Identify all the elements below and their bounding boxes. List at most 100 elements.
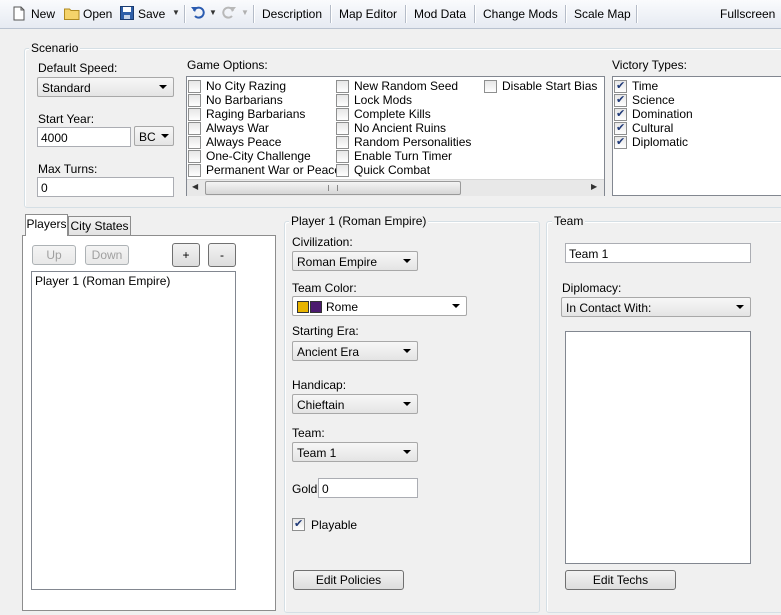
new-icon[interactable] bbox=[13, 6, 25, 24]
checkbox[interactable] bbox=[614, 79, 627, 93]
diplomacy-select[interactable]: In Contact With: bbox=[561, 297, 751, 317]
game-option-label: One-City Challenge bbox=[206, 149, 311, 163]
victory-types-label: Victory Types: bbox=[612, 58, 687, 72]
new-button[interactable]: New bbox=[31, 7, 55, 21]
change-mods-button[interactable]: Change Mods bbox=[483, 7, 558, 21]
up-button[interactable]: Up bbox=[32, 245, 76, 265]
scrollbar-thumb[interactable] bbox=[205, 181, 461, 195]
fullscreen-button[interactable]: Fullscreen bbox=[720, 7, 775, 21]
chevron-down-icon bbox=[159, 85, 167, 89]
victory-type-label: Cultural bbox=[632, 121, 674, 135]
checkbox[interactable] bbox=[336, 80, 349, 93]
era-select[interactable]: BC bbox=[134, 126, 174, 146]
description-button[interactable]: Description bbox=[262, 7, 322, 21]
team-color-select[interactable]: Rome bbox=[292, 296, 467, 316]
victory-type-label: Domination bbox=[632, 107, 693, 121]
game-option-label: No Ancient Ruins bbox=[354, 121, 447, 135]
playable-label: Playable bbox=[311, 518, 358, 532]
scale-map-button[interactable]: Scale Map bbox=[574, 7, 631, 21]
diplomacy-label: Diplomacy: bbox=[562, 281, 622, 295]
default-speed-value: Standard bbox=[42, 81, 91, 95]
checkbox[interactable] bbox=[614, 135, 627, 149]
checkbox[interactable] bbox=[336, 122, 349, 135]
toolbar-separator bbox=[565, 5, 567, 23]
era-value: BC bbox=[139, 130, 156, 144]
tab-city-states[interactable]: City States bbox=[68, 216, 131, 236]
default-speed-select[interactable]: Standard bbox=[37, 77, 174, 97]
max-turns-input[interactable]: 0 bbox=[37, 177, 174, 197]
victory-type-label: Science bbox=[632, 93, 675, 107]
victory-type-label: Diplomatic bbox=[632, 135, 689, 149]
max-turns-value: 0 bbox=[41, 181, 48, 195]
handicap-select[interactable]: Chieftain bbox=[292, 394, 418, 414]
undo-icon[interactable] bbox=[191, 5, 205, 22]
civilization-select[interactable]: Roman Empire bbox=[292, 251, 418, 271]
toolbar-separator bbox=[636, 5, 638, 23]
victory-type-label: Time bbox=[632, 79, 659, 93]
playable-checkbox[interactable] bbox=[292, 517, 305, 531]
handicap-label: Handicap: bbox=[292, 378, 347, 392]
toolbar: New Open Save ▼ ▼ ▼ Description Map Edit… bbox=[0, 0, 781, 29]
add-player-button[interactable]: + bbox=[172, 243, 200, 267]
checkbox[interactable] bbox=[336, 94, 349, 107]
checkbox[interactable] bbox=[188, 80, 201, 93]
checkbox[interactable] bbox=[336, 108, 349, 121]
mod-data-button[interactable]: Mod Data bbox=[414, 7, 466, 21]
checkbox[interactable] bbox=[188, 108, 201, 121]
toolbar-separator bbox=[253, 5, 255, 23]
game-option-label: Quick Combat bbox=[354, 163, 431, 177]
save-icon[interactable] bbox=[120, 6, 134, 23]
checkbox[interactable] bbox=[188, 150, 201, 163]
checkbox[interactable] bbox=[614, 107, 627, 121]
secondary-color-swatch bbox=[310, 301, 322, 313]
down-button[interactable]: Down bbox=[85, 245, 129, 265]
game-options-label: Game Options: bbox=[187, 58, 268, 72]
checkbox[interactable] bbox=[188, 136, 201, 149]
map-editor-button[interactable]: Map Editor bbox=[339, 7, 397, 21]
team-select[interactable]: Team 1 bbox=[292, 442, 418, 462]
checkbox[interactable] bbox=[336, 150, 349, 163]
grip-icon bbox=[328, 185, 338, 191]
game-options-scrollbar[interactable]: ◀ ▶ bbox=[187, 179, 604, 196]
checkbox[interactable] bbox=[188, 164, 201, 177]
folder-icon[interactable] bbox=[64, 7, 81, 23]
checkbox[interactable] bbox=[336, 136, 349, 149]
game-option-label: No City Razing bbox=[206, 79, 287, 93]
edit-policies-button[interactable]: Edit Policies bbox=[293, 570, 404, 590]
edit-techs-button[interactable]: Edit Techs bbox=[565, 570, 676, 590]
checkbox[interactable] bbox=[484, 80, 497, 93]
save-dropdown-arrow-icon[interactable]: ▼ bbox=[172, 8, 180, 17]
players-list bbox=[31, 271, 236, 590]
save-button[interactable]: Save bbox=[138, 7, 165, 21]
checkbox[interactable] bbox=[188, 122, 201, 135]
chevron-down-icon bbox=[161, 134, 169, 138]
max-turns-label: Max Turns: bbox=[38, 162, 98, 176]
gold-input[interactable]: 0 bbox=[318, 478, 418, 498]
game-option-label: New Random Seed bbox=[354, 79, 459, 93]
starting-era-select[interactable]: Ancient Era bbox=[292, 341, 418, 361]
team-value: Team 1 bbox=[297, 446, 337, 460]
game-option-label: Enable Turn Timer bbox=[354, 149, 453, 163]
checkbox[interactable] bbox=[188, 94, 201, 107]
civilization-value: Roman Empire bbox=[297, 255, 378, 269]
start-year-label: Start Year: bbox=[38, 112, 95, 126]
player-list-item[interactable]: Player 1 (Roman Empire) bbox=[35, 274, 170, 288]
start-year-value: 4000 bbox=[41, 131, 68, 145]
checkbox[interactable] bbox=[614, 93, 627, 107]
start-year-input[interactable]: 4000 bbox=[37, 127, 131, 147]
checkbox[interactable] bbox=[336, 164, 349, 177]
scenario-title: Scenario bbox=[29, 41, 81, 55]
tab-players[interactable]: Players bbox=[25, 214, 68, 236]
starting-era-label: Starting Era: bbox=[292, 324, 359, 338]
redo-dropdown-arrow-icon: ▼ bbox=[241, 8, 249, 17]
team-name-input[interactable]: Team 1 bbox=[565, 243, 751, 263]
open-button[interactable]: Open bbox=[83, 7, 112, 21]
checkbox[interactable] bbox=[614, 121, 627, 135]
undo-dropdown-arrow-icon[interactable]: ▼ bbox=[209, 8, 217, 17]
scroll-left-icon[interactable]: ◀ bbox=[192, 182, 198, 191]
diplomacy-list bbox=[565, 331, 751, 564]
remove-player-button[interactable]: - bbox=[208, 243, 236, 267]
game-option-label: Lock Mods bbox=[354, 93, 413, 107]
gold-value: 0 bbox=[322, 482, 329, 496]
scroll-right-icon[interactable]: ▶ bbox=[591, 182, 597, 191]
